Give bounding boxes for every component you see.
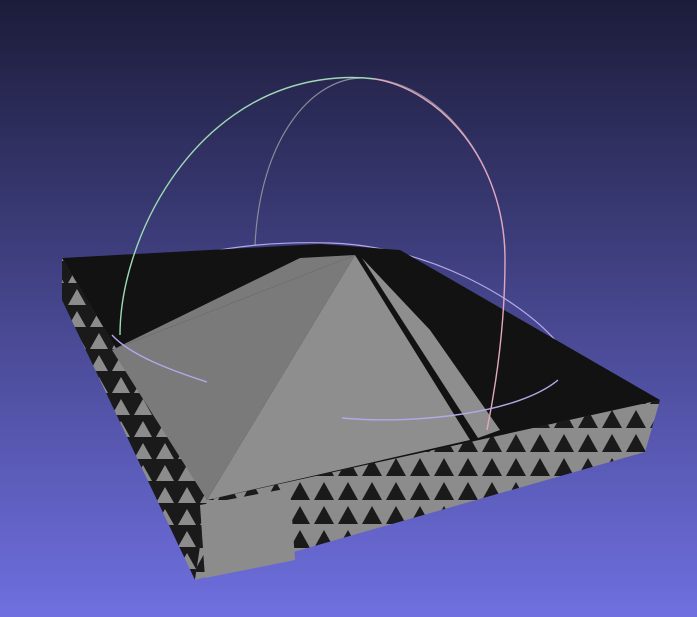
3d-viewport[interactable] (0, 0, 697, 617)
mesh-render-canvas[interactable] (0, 0, 697, 617)
